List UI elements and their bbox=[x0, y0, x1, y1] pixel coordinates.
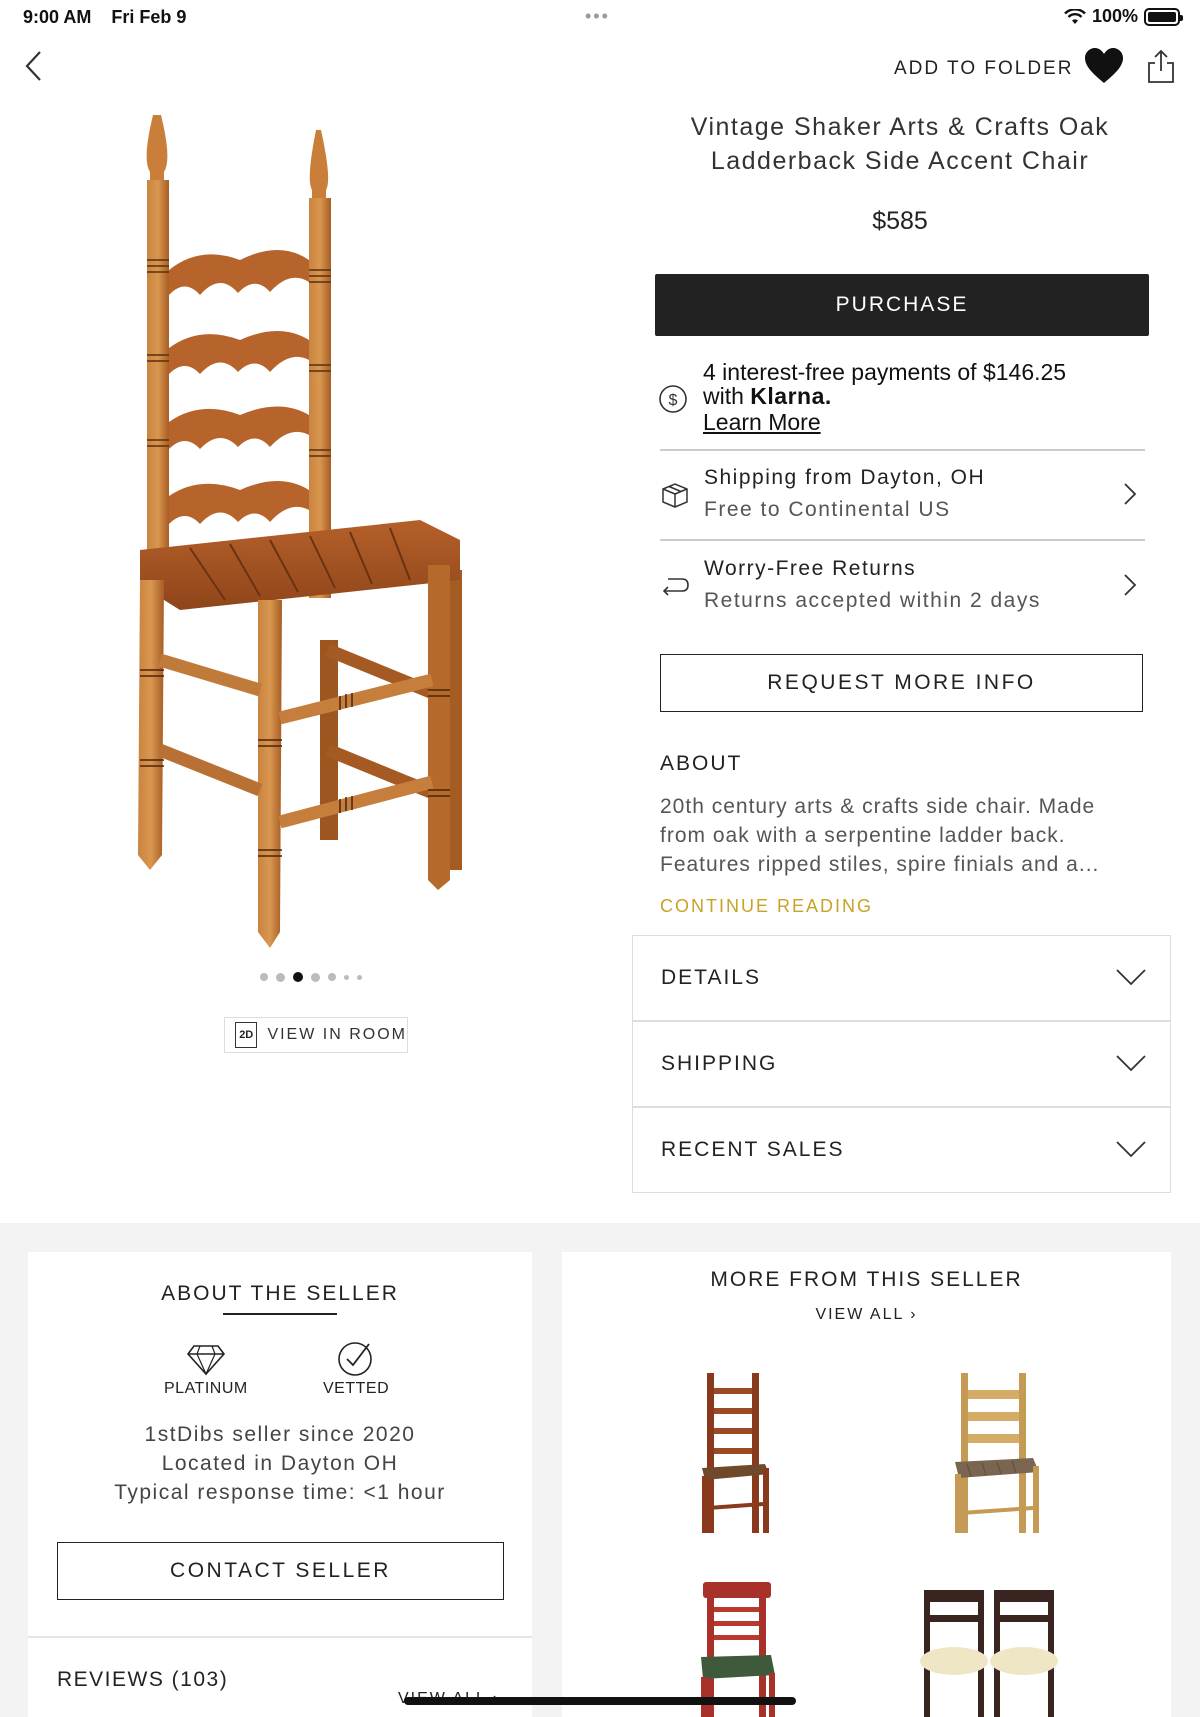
product-thumbnail[interactable] bbox=[914, 1585, 1064, 1717]
returns-info-row[interactable]: Worry-Free Returns Returns accepted with… bbox=[660, 543, 1145, 631]
shipping-accordion[interactable]: SHIPPING bbox=[632, 1021, 1171, 1107]
returns-title: Worry-Free Returns bbox=[704, 557, 917, 580]
dollar-circle-icon: $ bbox=[659, 385, 687, 413]
carousel-dot-active[interactable] bbox=[293, 972, 303, 982]
carousel-dot[interactable] bbox=[357, 974, 362, 980]
klarna-logo: Klarna. bbox=[750, 383, 832, 409]
shipping-from: Shipping from Dayton, OH bbox=[704, 466, 986, 489]
continue-reading-link[interactable]: CONTINUE READING bbox=[660, 896, 873, 917]
reviews-count[interactable]: REVIEWS (103) bbox=[57, 1668, 228, 1692]
divider bbox=[660, 449, 1145, 451]
status-date: Fri Feb 9 bbox=[111, 7, 187, 27]
contact-seller-button[interactable]: CONTACT SELLER bbox=[57, 1542, 504, 1600]
about-seller-card: ABOUT THE SELLER PLATINUM VETTED 1stDibs… bbox=[28, 1252, 532, 1717]
shipping-free: Free to Continental US bbox=[704, 498, 951, 521]
chevron-down-icon bbox=[1116, 1055, 1146, 1072]
diamond-icon bbox=[186, 1345, 226, 1376]
carousel-dot[interactable] bbox=[328, 973, 336, 981]
product-title-line1: Vintage Shaker Arts & Crafts Oak bbox=[690, 113, 1110, 141]
klarna-prefix: with bbox=[703, 383, 751, 409]
package-icon bbox=[662, 483, 688, 508]
battery-icon bbox=[1144, 7, 1183, 26]
status-right: 100% bbox=[1064, 6, 1183, 27]
seller-since: 1stDibs seller since 2020 bbox=[144, 1423, 416, 1446]
back-chevron-icon bbox=[25, 51, 41, 81]
vetted-badge-label: VETTED bbox=[323, 1380, 390, 1397]
about-line: from oak with a serpentine ladder back. bbox=[660, 824, 1066, 847]
carousel-dot[interactable] bbox=[344, 974, 349, 980]
more-from-seller-heading: MORE FROM THIS SELLER bbox=[710, 1268, 1023, 1291]
chevron-down-icon bbox=[1116, 1141, 1146, 1158]
about-heading: ABOUT bbox=[660, 752, 743, 775]
product-image[interactable] bbox=[120, 110, 510, 950]
more-from-seller-card: MORE FROM THIS SELLER VIEW ALL › bbox=[562, 1252, 1171, 1717]
carousel-dot[interactable] bbox=[260, 973, 268, 981]
carousel-dots[interactable] bbox=[260, 972, 362, 982]
purchase-button[interactable]: PURCHASE bbox=[655, 274, 1149, 336]
add-to-folder-button[interactable]: ADD TO FOLDER bbox=[894, 58, 1073, 80]
recent-sales-label: RECENT SALES bbox=[661, 1138, 845, 1161]
back-button[interactable] bbox=[20, 46, 50, 86]
about-line: 20th century arts & crafts side chair. M… bbox=[660, 795, 1096, 818]
returns-subtitle: Returns accepted within 2 days bbox=[704, 589, 1041, 612]
return-arrow-icon bbox=[662, 578, 689, 596]
product-title-line2: Ladderback Side Accent Chair bbox=[710, 147, 1090, 175]
product-thumbnail[interactable] bbox=[947, 1368, 1047, 1538]
chevron-right-icon bbox=[1124, 574, 1137, 596]
svg-text:$: $ bbox=[669, 392, 678, 409]
product-price: $585 bbox=[872, 207, 928, 235]
view-in-room-label: VIEW IN ROOM bbox=[267, 1026, 407, 1043]
seller-location: Located in Dayton OH bbox=[161, 1452, 399, 1475]
vetted-check-icon bbox=[338, 1342, 372, 1376]
klarna-learn-more-link[interactable]: Learn More bbox=[703, 409, 821, 436]
product-title: Vintage Shaker Arts & Crafts Oak Ladderb… bbox=[655, 110, 1145, 178]
platinum-badge-label: PLATINUM bbox=[164, 1380, 248, 1397]
more-view-all-link[interactable]: VIEW ALL › bbox=[562, 1306, 1171, 1324]
multitask-dots[interactable]: ••• bbox=[585, 6, 610, 27]
heading-underline bbox=[223, 1313, 337, 1315]
divider bbox=[28, 1636, 532, 1638]
status-time: 9:00 AM Fri Feb 9 bbox=[23, 7, 186, 28]
heart-icon bbox=[1085, 48, 1123, 83]
share-icon bbox=[1148, 49, 1174, 83]
product-thumbnail[interactable] bbox=[697, 1577, 777, 1717]
ladderback-chair-image bbox=[138, 115, 462, 948]
request-more-info-button[interactable]: REQUEST MORE INFO bbox=[660, 654, 1143, 712]
home-indicator[interactable] bbox=[404, 1697, 796, 1705]
share-button[interactable] bbox=[1146, 48, 1176, 84]
status-clock: 9:00 AM bbox=[23, 7, 92, 27]
shipping-info-row[interactable]: Shipping from Dayton, OH Free to Contine… bbox=[660, 452, 1145, 540]
carousel-dot[interactable] bbox=[276, 972, 285, 982]
product-thumbnail[interactable] bbox=[697, 1368, 777, 1538]
shipping-label: SHIPPING bbox=[661, 1052, 778, 1075]
about-description: 20th century arts & crafts side chair. M… bbox=[660, 792, 1150, 879]
about-line: Features ripped stiles, spire finials an… bbox=[660, 853, 1100, 876]
klarna-line1: 4 interest-free payments of $146.25 bbox=[703, 359, 1067, 385]
battery-percent: 100% bbox=[1091, 6, 1138, 26]
details-accordion[interactable]: DETAILS bbox=[632, 935, 1171, 1021]
favorite-button[interactable] bbox=[1084, 47, 1124, 85]
view-in-room-button[interactable]: 2D VIEW IN ROOM bbox=[224, 1017, 408, 1053]
2d-view-icon: 2D bbox=[235, 1022, 258, 1048]
chevron-down-icon bbox=[1116, 969, 1146, 986]
carousel-dot[interactable] bbox=[311, 972, 320, 982]
seller-response-time: Typical response time: <1 hour bbox=[114, 1481, 446, 1504]
about-seller-heading: ABOUT THE SELLER bbox=[161, 1282, 399, 1305]
klarna-line2: with Klarna. bbox=[703, 384, 1066, 408]
chevron-right-icon bbox=[1124, 483, 1137, 505]
recent-sales-accordion[interactable]: RECENT SALES bbox=[632, 1107, 1171, 1193]
divider bbox=[660, 539, 1145, 541]
details-label: DETAILS bbox=[661, 966, 761, 989]
wifi-icon bbox=[1064, 8, 1086, 24]
klarna-offer: 4 interest-free payments of $146.25 with… bbox=[703, 360, 1066, 408]
